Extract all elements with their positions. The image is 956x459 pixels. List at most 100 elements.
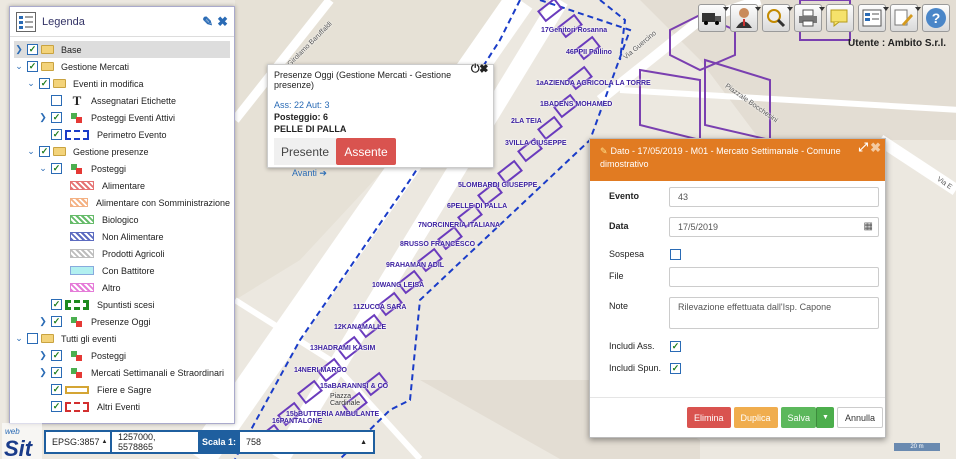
close-icon[interactable]: ⏻✖: [471, 63, 488, 76]
legend-item-spuntisti[interactable]: ✓ Spuntisti scesi: [14, 296, 230, 313]
user-button[interactable]: [730, 4, 761, 32]
map-label: 14NERI MARCO: [294, 367, 347, 374]
checkbox[interactable]: ✓: [39, 78, 50, 89]
print-button[interactable]: [794, 4, 825, 32]
caret-up-icon: ▲: [101, 439, 108, 445]
legend-label: Biologico: [102, 214, 139, 225]
chevron-right-icon[interactable]: ❯: [38, 350, 48, 361]
layers-icon: [65, 367, 89, 379]
data-field[interactable]: 17/5/2019 ▦: [669, 217, 879, 237]
legend-item-mercati[interactable]: ❯ ✓ Mercati Settimanali e Straordinari: [14, 364, 230, 381]
legend-label: Alimentare: [102, 180, 146, 191]
checkbox[interactable]: ✓: [51, 129, 62, 140]
dialog-header[interactable]: ✎ Dato - 17/05/2019 - M01 - Mercato Setti…: [590, 139, 885, 181]
table-button[interactable]: [858, 4, 889, 32]
close-icon[interactable]: ✖: [217, 14, 228, 30]
salva-button[interactable]: Salva: [780, 407, 817, 428]
scale-label: Scala 1:: [202, 437, 237, 447]
scale-select[interactable]: 758 ▲: [240, 432, 374, 452]
coords-field[interactable]: 1257000, 5578865: [112, 432, 198, 452]
legend-label: Alimentare con Somministrazione: [95, 197, 230, 208]
legend-item-altri-eventi[interactable]: ✓ Altri Eventi: [14, 398, 230, 415]
presente-button[interactable]: Presente: [274, 138, 336, 165]
chevron-down-icon[interactable]: ⌄: [14, 61, 24, 72]
checkbox[interactable]: ✓: [27, 44, 38, 55]
legend-item-assegnatari[interactable]: T Assegnatari Etichette: [14, 92, 230, 109]
checkbox[interactable]: ✓: [27, 61, 38, 72]
checkbox[interactable]: ✓: [51, 112, 62, 123]
legend-label: Presenze Oggi: [91, 316, 151, 327]
dialog-footer: Elimina Duplica Salva ▼ Annulla: [590, 397, 885, 437]
legend-header: Legenda ✎ ✖: [10, 7, 234, 37]
chevron-down-icon[interactable]: ⌄: [14, 333, 24, 344]
legend-label: Fiere e Sagre: [97, 384, 152, 395]
note-button[interactable]: [826, 4, 854, 32]
swatch: [70, 198, 88, 207]
sospesa-checkbox[interactable]: [670, 249, 681, 260]
legend-label: Altro: [102, 282, 121, 293]
legend-label: Altri Eventi: [97, 401, 141, 412]
folder-icon: [41, 62, 54, 71]
chevron-down-icon[interactable]: ⌄: [26, 78, 36, 89]
calendar-icon[interactable]: ▦: [864, 221, 873, 232]
checkbox[interactable]: ✓: [39, 146, 50, 157]
elimina-button[interactable]: Elimina: [687, 407, 731, 428]
legend-label: Mercati Settimanali e Straordinari: [91, 367, 225, 378]
legend-item-gestione-presenze[interactable]: ⌄ ✓ Gestione presenze: [14, 143, 230, 160]
includi-spun-checkbox[interactable]: ✓: [670, 363, 681, 374]
folder-icon: [41, 45, 54, 54]
checkbox[interactable]: ✓: [51, 367, 62, 378]
file-field[interactable]: [669, 267, 879, 287]
includi-ass-checkbox[interactable]: ✓: [670, 341, 681, 352]
annulla-button[interactable]: Annulla: [836, 407, 884, 428]
evento-row: Evento 43: [590, 187, 885, 207]
checkbox[interactable]: ✓: [51, 316, 62, 327]
chevron-down-icon[interactable]: ⌄: [38, 163, 48, 174]
checkbox[interactable]: ✓: [51, 163, 62, 174]
checkbox[interactable]: ✓: [51, 384, 62, 395]
popup-title: Presenze Oggi (Gestione Mercati - Gestio…: [274, 70, 452, 90]
checkbox[interactable]: ✓: [51, 401, 62, 412]
legend-item-tutti-eventi[interactable]: ⌄ Tutti gli eventi: [14, 330, 230, 347]
avanti-link[interactable]: Avanti ➔: [292, 168, 487, 179]
checkbox[interactable]: [27, 333, 38, 344]
checkbox[interactable]: ✓: [51, 299, 62, 310]
legend-item-presenze-oggi[interactable]: ❯ ✓ Presenze Oggi: [14, 313, 230, 330]
map-popup: Presenze Oggi (Gestione Mercati - Gestio…: [267, 63, 494, 178]
help-button[interactable]: ?: [922, 4, 950, 32]
edit-button[interactable]: [890, 4, 921, 32]
zoom-button[interactable]: [762, 4, 793, 32]
legend-item-base[interactable]: ❯ ✓ Base: [14, 41, 230, 58]
legend-item-fiere[interactable]: ✓ Fiere e Sagre: [14, 381, 230, 398]
legend-item-eventi-in-modifica[interactable]: ⌄ ✓ Eventi in modifica: [14, 75, 230, 92]
chevron-right-icon[interactable]: ❯: [38, 112, 48, 123]
evento-label: Evento: [609, 191, 640, 201]
legend-item-gestione-mercati[interactable]: ⌄ ✓ Gestione Mercati: [14, 58, 230, 75]
salva-dropdown-button[interactable]: ▼: [816, 407, 834, 428]
assente-button[interactable]: Assente: [336, 138, 396, 165]
pin-icon[interactable]: ⤢: [858, 141, 868, 154]
epsg-select[interactable]: EPSG:3857 ▲: [46, 432, 110, 452]
pin-icon[interactable]: ✎: [202, 14, 213, 30]
popup-name: PELLE DI PALLA: [274, 124, 347, 134]
legend-panel: Legenda ✎ ✖ ❯ ✓ Base ⌄ ✓ Gestione Mercati ⌄ ✓…: [9, 6, 235, 424]
chevron-right-icon[interactable]: ❯: [38, 367, 48, 378]
folder-icon: [53, 147, 66, 156]
legend-item-posteggi-all[interactable]: ❯ ✓ Posteggi: [14, 347, 230, 364]
chevron-right-icon[interactable]: ❯: [14, 44, 24, 55]
chevron-down-icon[interactable]: ⌄: [26, 146, 36, 157]
close-icon[interactable]: ✖: [870, 141, 881, 154]
legend-item-perimetro[interactable]: ✓ Perimetro Evento: [14, 126, 230, 143]
map-label: 6PELLE DI PALLA: [447, 203, 508, 210]
legend-item-posteggi[interactable]: ⌄ ✓ Posteggi: [14, 160, 230, 177]
legend-swatch-alimentare: Alimentare: [14, 177, 230, 194]
checkbox[interactable]: ✓: [51, 350, 62, 361]
evento-field[interactable]: 43: [669, 187, 879, 207]
note-field[interactable]: Rilevazione effettuata dall'Isp. Capone: [669, 297, 879, 329]
checkbox[interactable]: [51, 95, 62, 106]
truck-button[interactable]: [698, 4, 729, 32]
legend-item-posteggi-eventi[interactable]: ❯ ✓ Posteggi Eventi Attivi: [14, 109, 230, 126]
chevron-right-icon[interactable]: ❯: [38, 316, 48, 327]
user-icon: [736, 8, 752, 28]
duplica-button[interactable]: Duplica: [733, 407, 778, 428]
